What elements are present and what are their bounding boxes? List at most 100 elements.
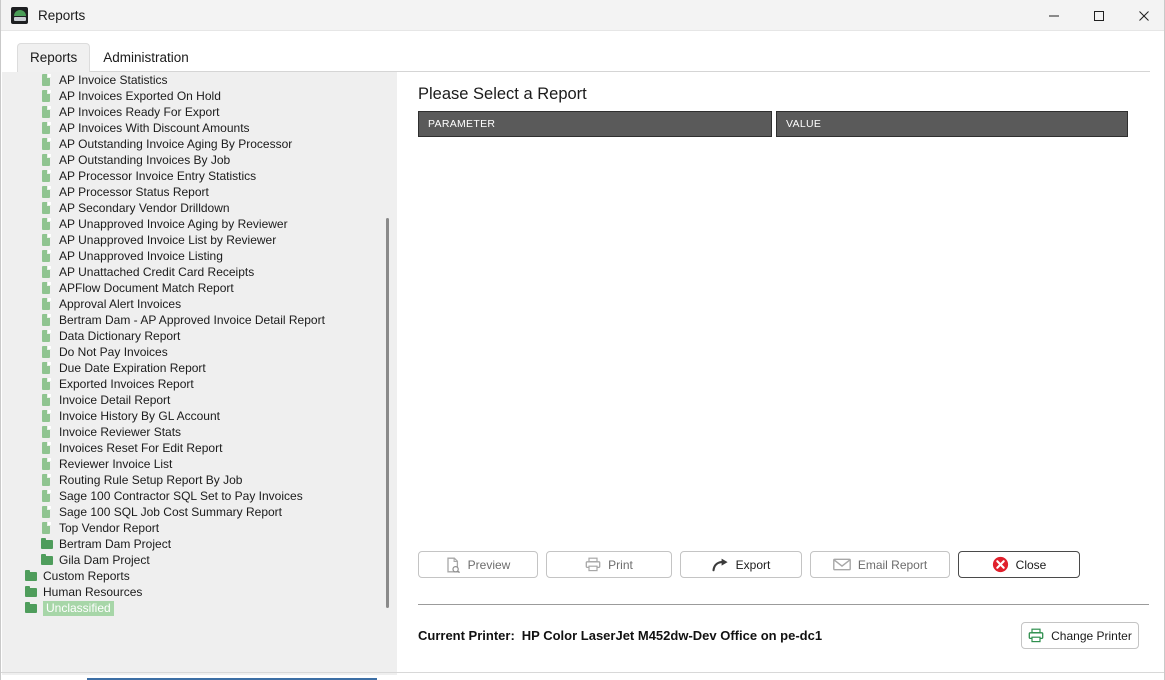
tree-item[interactable]: AP Outstanding Invoice Aging By Processo…	[2, 136, 382, 152]
document-icon	[40, 282, 53, 295]
tab-strip: Reports Administration	[1, 31, 1164, 72]
tree-item-label: AP Processor Invoice Entry Statistics	[59, 168, 257, 183]
print-button-label: Print	[608, 557, 633, 572]
tree-item-label: AP Unapproved Invoice Listing	[59, 248, 223, 263]
tree-item[interactable]: AP Outstanding Invoices By Job	[2, 152, 382, 168]
close-button-label: Close	[1015, 557, 1047, 572]
tree-item-label: Bertram Dam Project	[59, 536, 172, 551]
window-title: Reports	[38, 7, 86, 23]
tree-item[interactable]: Bertram Dam - AP Approved Invoice Detail…	[2, 312, 382, 328]
tree-item[interactable]: Sage 100 SQL Job Cost Summary Report	[2, 504, 382, 520]
close-icon[interactable]	[1121, 0, 1164, 31]
report-tree[interactable]: AP Invoice Statistics AP Invoices Exporte…	[2, 72, 382, 632]
tree-item[interactable]: Unclassified	[2, 600, 382, 616]
tree-scrollbar-thumb[interactable]	[386, 218, 389, 608]
tree-item[interactable]: AP Unattached Credit Card Receipts	[2, 264, 382, 280]
folder-icon	[40, 538, 53, 551]
tree-item[interactable]: Data Dictionary Report	[2, 328, 382, 344]
tree-item-label: Invoice History By GL Account	[59, 408, 220, 423]
change-printer-button[interactable]: Change Printer	[1021, 622, 1139, 649]
document-icon	[40, 218, 53, 231]
tree-item[interactable]: AP Invoices With Discount Amounts	[2, 120, 382, 136]
tree-item-label: AP Unattached Credit Card Receipts	[59, 264, 255, 279]
folder-icon	[24, 602, 37, 615]
tree-item[interactable]: Approval Alert Invoices	[2, 296, 382, 312]
tree-item-label: Unclassified	[43, 600, 114, 616]
tab-administration[interactable]: Administration	[90, 43, 202, 72]
tree-item[interactable]: AP Processor Status Report	[2, 184, 382, 200]
preview-button-label: Preview	[467, 557, 511, 572]
document-icon	[40, 410, 53, 423]
document-icon	[40, 314, 53, 327]
document-icon	[40, 394, 53, 407]
tree-item[interactable]: AP Invoices Ready For Export	[2, 104, 382, 120]
tree-item-label: AP Invoice Statistics	[59, 72, 168, 87]
tab-administration-label: Administration	[103, 50, 189, 65]
tree-item[interactable]: AP Invoice Statistics	[2, 72, 382, 88]
tree-item-label: Due Date Expiration Report	[59, 360, 206, 375]
email-report-button[interactable]: Email Report	[810, 551, 950, 578]
page-title: Please Select a Report	[418, 85, 587, 103]
column-header-parameter[interactable]: PARAMETER	[418, 111, 772, 137]
tree-item-label: Gila Dam Project	[59, 552, 150, 567]
document-icon	[40, 122, 53, 135]
tree-item[interactable]: Invoice Detail Report	[2, 392, 382, 408]
document-icon	[40, 298, 53, 311]
document-icon	[40, 442, 53, 455]
document-icon	[40, 458, 53, 471]
document-icon	[40, 90, 53, 103]
column-header-value[interactable]: VALUE	[776, 111, 1128, 137]
document-icon	[40, 506, 53, 519]
document-icon	[40, 346, 53, 359]
document-search-icon	[446, 557, 461, 573]
tree-item-label: APFlow Document Match Report	[59, 280, 234, 295]
tree-item[interactable]: Do Not Pay Invoices	[2, 344, 382, 360]
tree-item[interactable]: AP Unapproved Invoice Listing	[2, 248, 382, 264]
tree-item[interactable]: AP Unapproved Invoice Aging by Reviewer	[2, 216, 382, 232]
tree-item[interactable]: AP Processor Invoice Entry Statistics	[2, 168, 382, 184]
parameter-grid-body[interactable]	[418, 137, 1128, 543]
report-tree-panel: AP Invoice Statistics AP Invoices Exporte…	[2, 72, 397, 680]
reports-app-icon	[11, 6, 28, 24]
tree-item[interactable]: Due Date Expiration Report	[2, 360, 382, 376]
tree-item[interactable]: AP Invoices Exported On Hold	[2, 88, 382, 104]
tree-item[interactable]: Sage 100 Contractor SQL Set to Pay Invoi…	[2, 488, 382, 504]
minimize-icon[interactable]	[1031, 0, 1076, 31]
tree-item[interactable]: Custom Reports	[2, 568, 382, 584]
email-report-button-label: Email Report	[857, 557, 928, 572]
document-icon	[40, 266, 53, 279]
content-area: AP Invoice Statistics AP Invoices Exporte…	[1, 72, 1164, 680]
tree-item[interactable]: Human Resources	[2, 584, 382, 600]
maximize-icon[interactable]	[1076, 0, 1121, 31]
parameter-grid: PARAMETER VALUE	[418, 111, 1128, 543]
tree-item[interactable]: Bertram Dam Project	[2, 536, 382, 552]
close-button[interactable]: Close	[958, 551, 1080, 578]
print-button[interactable]: Print	[546, 551, 672, 578]
export-button[interactable]: Export	[680, 551, 802, 578]
tree-item[interactable]: Invoice History By GL Account	[2, 408, 382, 424]
tree-item-label: Exported Invoices Report	[59, 376, 194, 391]
tree-item[interactable]: Invoice Reviewer Stats	[2, 424, 382, 440]
tree-item-label: Approval Alert Invoices	[59, 296, 182, 311]
tree-item[interactable]: AP Unapproved Invoice List by Reviewer	[2, 232, 382, 248]
document-icon	[40, 490, 53, 503]
tree-item[interactable]: APFlow Document Match Report	[2, 280, 382, 296]
tree-item[interactable]: AP Secondary Vendor Drilldown	[2, 200, 382, 216]
document-icon	[40, 74, 53, 87]
folder-icon	[24, 570, 37, 583]
export-arrow-icon	[712, 558, 729, 572]
tree-item[interactable]: Gila Dam Project	[2, 552, 382, 568]
tab-reports[interactable]: Reports	[17, 43, 91, 72]
tree-item-label: AP Secondary Vendor Drilldown	[59, 200, 230, 215]
tree-item[interactable]: Routing Rule Setup Report By Job	[2, 472, 382, 488]
document-icon	[40, 170, 53, 183]
window-controls	[1031, 0, 1164, 31]
tree-item[interactable]: Reviewer Invoice List	[2, 456, 382, 472]
tree-item[interactable]: Top Vendor Report	[2, 520, 382, 536]
tree-item[interactable]: Invoices Reset For Edit Report	[2, 440, 382, 456]
preview-button[interactable]: Preview	[418, 551, 538, 578]
tree-item[interactable]: Exported Invoices Report	[2, 376, 382, 392]
tree-item-label: Human Resources	[43, 584, 143, 599]
document-icon	[40, 426, 53, 439]
tree-item-label: Invoice Reviewer Stats	[59, 424, 182, 439]
